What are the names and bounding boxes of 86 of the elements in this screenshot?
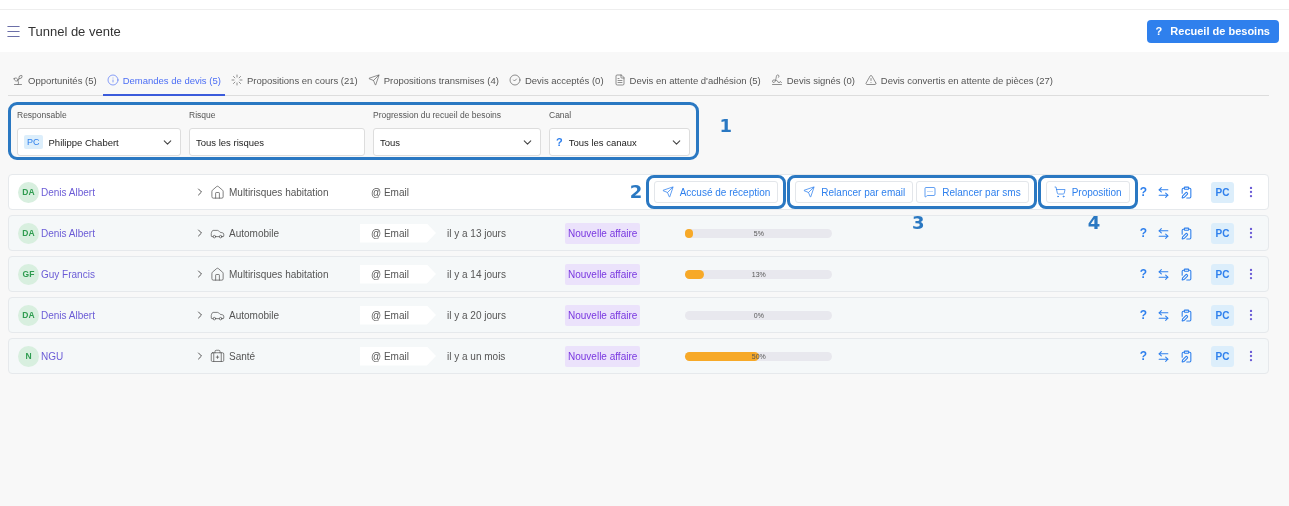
- document-icon: [613, 74, 626, 86]
- client-name[interactable]: Guy Francis: [41, 268, 194, 280]
- house-icon: [210, 184, 225, 200]
- channel-label: @ Email: [371, 268, 409, 280]
- status-tag: Nouvelle affaire: [565, 263, 641, 285]
- status-tag: Nouvelle affaire: [565, 345, 641, 367]
- action-button[interactable]: Relancer par sms: [916, 181, 1029, 203]
- paper-plane-icon: [367, 74, 380, 86]
- filter-label: Progression du recueil de besoins: [373, 110, 503, 120]
- status-tag: Nouvelle affaire: [565, 222, 641, 244]
- paper-plane-icon: [803, 186, 816, 198]
- swap-icon[interactable]: [1157, 267, 1170, 281]
- clipboard-icon[interactable]: [1180, 226, 1193, 240]
- chat-icon: [924, 186, 937, 198]
- annotation-number: 3: [911, 212, 925, 233]
- channel-label: @ Email: [371, 309, 409, 321]
- time-label: il y a 14 jours: [447, 268, 507, 280]
- sprout-icon: [12, 74, 24, 86]
- action-button[interactable]: Proposition: [1045, 181, 1130, 203]
- house-icon: [210, 266, 225, 282]
- avatar: DA: [18, 222, 39, 244]
- client-name[interactable]: Denis Albert: [41, 309, 194, 321]
- spinner-icon: [230, 74, 243, 86]
- tab[interactable]: Devis convertis en attente de pièces (27): [860, 74, 1057, 96]
- risk-label: Santé: [229, 350, 256, 362]
- action-button[interactable]: Relancer par email: [795, 181, 914, 203]
- filter-dropdown[interactable]: Tous: [373, 128, 541, 156]
- help-glyph[interactable]: ?: [1139, 185, 1147, 199]
- avatar: GF: [18, 263, 39, 285]
- tab[interactable]: Propositions transmises (4): [363, 74, 503, 96]
- swap-icon[interactable]: [1157, 185, 1170, 199]
- clipboard-icon[interactable]: [1180, 185, 1193, 199]
- clipboard-icon[interactable]: [1180, 267, 1193, 281]
- risk-label: Multirisques habitation: [229, 268, 329, 280]
- help-glyph[interactable]: ?: [1139, 349, 1147, 363]
- cart-icon: [1053, 186, 1066, 198]
- swap-icon[interactable]: [1157, 226, 1170, 240]
- needs-button[interactable]: ? Recueil de besoins: [1146, 19, 1279, 43]
- annotation-number: 2: [629, 181, 643, 202]
- check-circle-icon: [508, 74, 521, 86]
- avatar: DA: [18, 304, 39, 326]
- channel-label: @ Email: [371, 186, 409, 198]
- tab[interactable]: Demandes de devis (5): [102, 74, 225, 96]
- page-title: Tunnel de vente: [28, 23, 122, 39]
- help-glyph: ?: [556, 136, 563, 148]
- clipboard-icon[interactable]: [1180, 349, 1193, 363]
- initials-badge: PC: [24, 135, 43, 149]
- tab[interactable]: Propositions en cours (21): [226, 74, 362, 96]
- pen-icon: [770, 74, 783, 86]
- channel-label: @ Email: [371, 350, 409, 362]
- annotation-number: 1: [719, 115, 732, 136]
- client-name[interactable]: Denis Albert: [41, 186, 194, 198]
- info-icon: [106, 74, 119, 86]
- help-glyph[interactable]: ?: [1139, 308, 1147, 322]
- time-label: il y a 20 jours: [447, 309, 507, 321]
- risk-label: Automobile: [229, 309, 280, 321]
- paper-plane-icon: [661, 186, 674, 198]
- medical-case-icon: [210, 348, 225, 364]
- clipboard-icon[interactable]: [1180, 308, 1193, 322]
- filter-label: Responsable: [17, 110, 68, 120]
- filter-label: Risque: [189, 110, 217, 120]
- swap-icon[interactable]: [1157, 308, 1170, 322]
- swap-icon[interactable]: [1157, 349, 1170, 363]
- filter-dropdown[interactable]: ? Tous les canaux: [549, 128, 690, 156]
- filter-dropdown[interactable]: PC Philippe Chabert: [17, 128, 181, 156]
- tab[interactable]: Devis signés (0): [766, 74, 859, 96]
- status-tag: Nouvelle affaire: [565, 304, 641, 326]
- owner-badge[interactable]: PC: [1211, 222, 1234, 244]
- filter-label: Canal: [549, 110, 573, 120]
- owner-badge[interactable]: PC: [1211, 304, 1234, 326]
- avatar: DA: [18, 181, 39, 203]
- warning-icon: [864, 74, 877, 86]
- owner-badge[interactable]: PC: [1211, 181, 1234, 203]
- tab[interactable]: Devis en attente d'adhésion (5): [609, 74, 765, 96]
- avatar: N: [18, 345, 39, 367]
- owner-badge[interactable]: PC: [1211, 345, 1234, 367]
- client-name[interactable]: NGU: [41, 350, 194, 362]
- risk-label: Multirisques habitation: [229, 186, 329, 198]
- time-label: il y a un mois: [447, 350, 507, 362]
- risk-field[interactable]: Tous les risques: [189, 128, 365, 156]
- tab[interactable]: Opportunités (5): [8, 74, 101, 96]
- tab[interactable]: Devis acceptés (0): [504, 74, 608, 96]
- action-button[interactable]: Accusé de réception: [653, 181, 779, 203]
- help-glyph[interactable]: ?: [1139, 267, 1147, 281]
- owner-badge[interactable]: PC: [1211, 263, 1234, 285]
- annotation-number: 4: [1087, 212, 1101, 233]
